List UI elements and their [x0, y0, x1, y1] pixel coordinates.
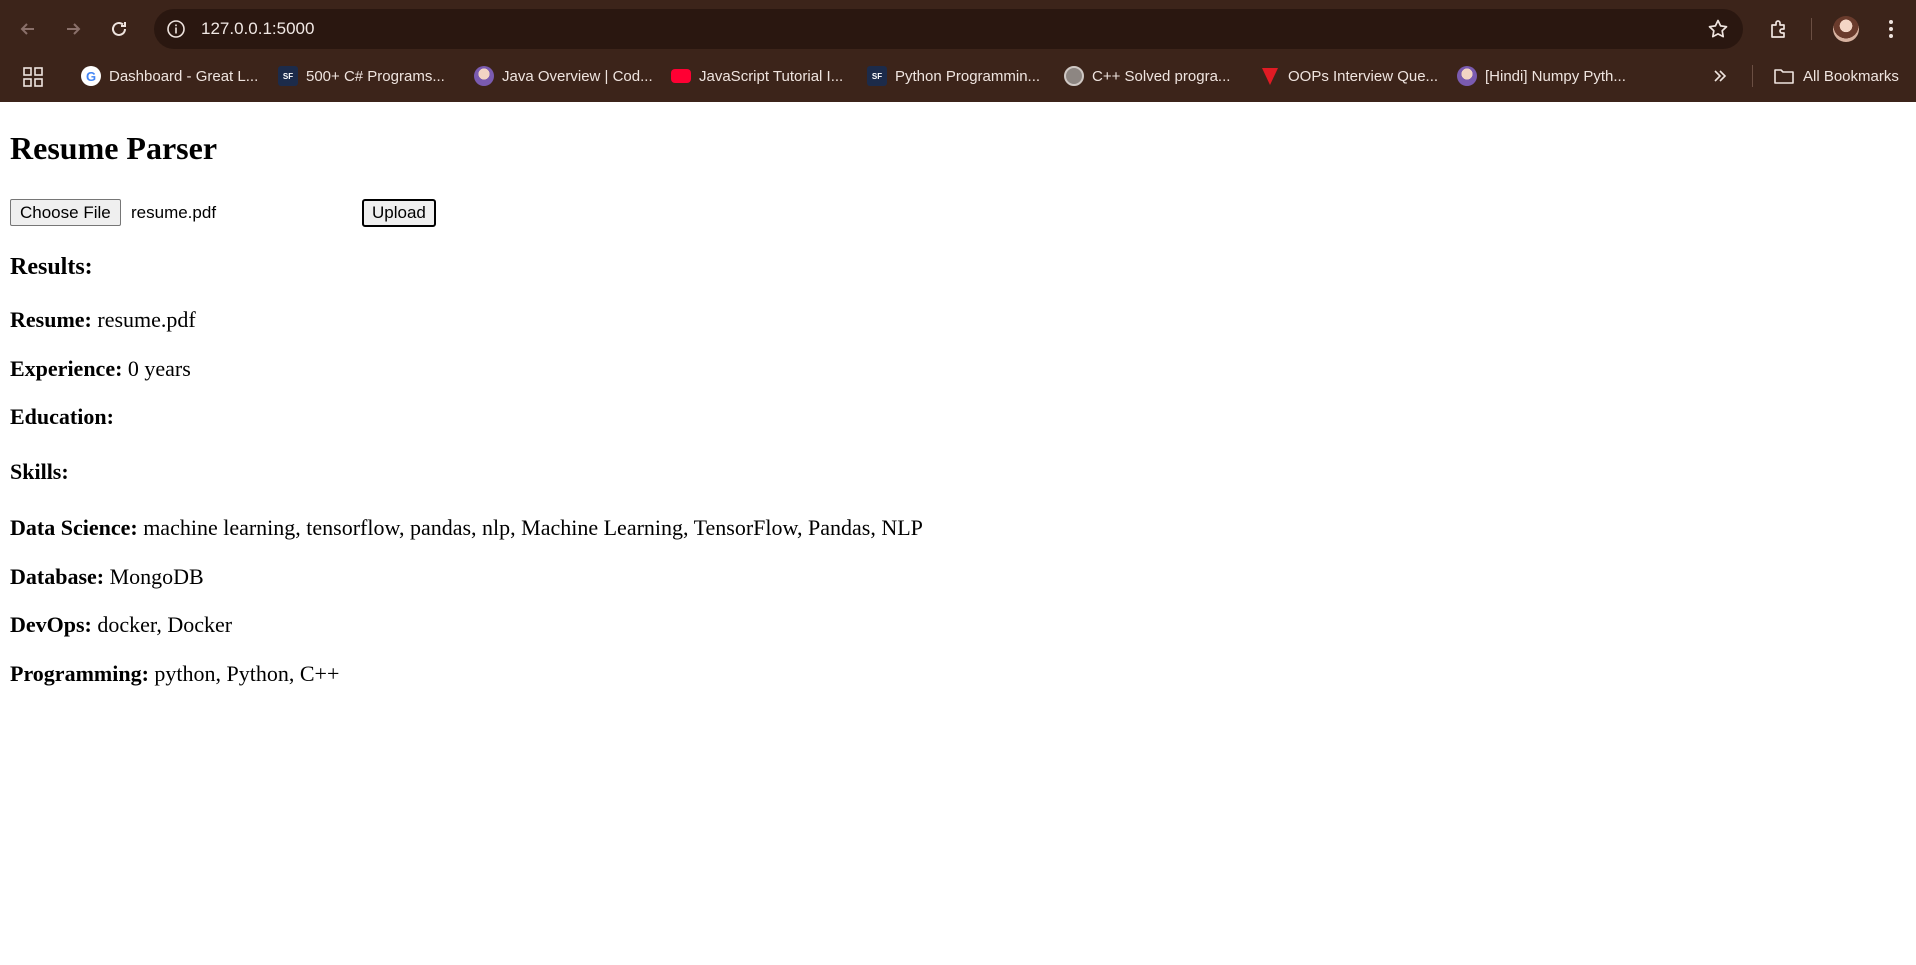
skills-heading: Skills: — [10, 459, 69, 484]
skill-label: Programming: — [10, 661, 149, 686]
experience-row: Experience: 0 years — [10, 356, 191, 382]
bookmark-label: JavaScript Tutorial I... — [699, 67, 844, 85]
skill-value: MongoDB — [109, 564, 204, 589]
experience-label: Experience: — [10, 356, 123, 381]
apps-grid-icon[interactable] — [22, 66, 44, 88]
bookmark-item[interactable]: SF Python Programmin... — [867, 58, 1040, 94]
skill-row-devops: DevOps: docker, Docker — [10, 612, 232, 638]
arrow-left-icon — [20, 23, 34, 35]
skill-row-database: Database: MongoDB — [10, 564, 204, 590]
experience-value: 0 years — [127, 356, 191, 381]
skill-row-programming: Programming: python, Python, C++ — [10, 661, 339, 687]
sf-icon: SF — [867, 66, 887, 86]
puzzle-icon — [1771, 20, 1785, 38]
skill-label: DevOps: — [10, 612, 92, 637]
bookmarks-bar: G Dashboard - Great L... SF 500+ C# Prog… — [0, 58, 1916, 102]
skill-label: Database: — [10, 564, 105, 589]
profile-avatar[interactable] — [1833, 16, 1859, 42]
browser-toolbar: 127.0.0.1:5000 — [0, 0, 1916, 58]
skills-heading-row: Skills: — [10, 459, 69, 485]
youtube-icon — [671, 69, 691, 83]
info-icon[interactable] — [166, 19, 186, 39]
toolbar-divider — [1811, 18, 1812, 40]
bookmark-label: Java Overview | Cod... — [502, 67, 653, 85]
skill-value: python, Python, C++ — [154, 661, 340, 686]
all-bookmarks-button[interactable]: All Bookmarks — [1773, 58, 1899, 94]
chevron-double-right-icon — [1714, 70, 1727, 82]
bookmark-label: Python Programmin... — [895, 67, 1041, 85]
globe-icon — [1064, 66, 1084, 86]
avatar-icon — [474, 66, 494, 86]
bookmark-item[interactable]: G Dashboard - Great L... — [81, 58, 258, 94]
forward-button[interactable] — [58, 14, 88, 44]
arrow-right-icon — [67, 23, 81, 35]
bookmark-label: OOPs Interview Que... — [1288, 67, 1439, 85]
folder-icon — [1774, 69, 1794, 84]
education-label: Education: — [10, 404, 114, 429]
back-button[interactable] — [13, 14, 43, 44]
address-bar[interactable]: 127.0.0.1:5000 — [154, 9, 1743, 49]
sf-icon: SF — [278, 66, 298, 86]
resume-value: resume.pdf — [97, 307, 196, 332]
bookmark-label: C++ Solved progra... — [1092, 67, 1231, 85]
choose-file-button[interactable]: Choose File — [10, 199, 121, 226]
results-heading: Results: — [10, 254, 93, 280]
skill-row-data-science: Data Science: machine learning, tensorfl… — [10, 515, 923, 541]
bookmark-label: Dashboard - Great L... — [109, 67, 259, 85]
bookmark-item[interactable]: OOPs Interview Que... — [1260, 58, 1438, 94]
bookmark-label: [Hindi] Numpy Pyth... — [1485, 67, 1626, 85]
upload-form: Choose File resume.pdf Upload — [10, 199, 810, 227]
kebab-menu-icon — [1889, 20, 1893, 38]
url-text[interactable]: 127.0.0.1:5000 — [201, 9, 314, 49]
page-title: Resume Parser — [10, 130, 218, 166]
bookmark-item[interactable]: [Hindi] Numpy Pyth... — [1457, 58, 1626, 94]
bookmark-item[interactable]: Java Overview | Cod... — [474, 58, 653, 94]
bookmarks-divider — [1752, 65, 1753, 87]
resume-row: Resume: resume.pdf — [10, 307, 196, 333]
extensions-button[interactable] — [1764, 14, 1794, 44]
education-row: Education: — [10, 404, 114, 430]
selected-file-name: resume.pdf — [131, 203, 217, 222]
skill-value: machine learning, tensorflow, pandas, nl… — [143, 515, 923, 540]
avatar-icon — [1457, 66, 1477, 86]
bookmark-label: 500+ C# Programs... — [306, 67, 445, 85]
skill-label: Data Science: — [10, 515, 138, 540]
browser-chrome: 127.0.0.1:5000 G Dashboard - Great L... … — [0, 0, 1916, 102]
bookmark-item[interactable]: C++ Solved progra... — [1064, 58, 1230, 94]
google-icon: G — [81, 66, 101, 86]
v-icon — [1262, 68, 1278, 85]
resume-label: Resume: — [10, 307, 92, 332]
all-bookmarks-label: All Bookmarks — [1803, 67, 1899, 85]
upload-button[interactable]: Upload — [362, 199, 436, 227]
more-bookmarks-button[interactable] — [1712, 58, 1728, 94]
skill-value: docker, Docker — [97, 612, 233, 637]
star-icon[interactable] — [1707, 18, 1729, 40]
menu-button[interactable] — [1876, 14, 1906, 44]
bookmark-item[interactable]: SF 500+ C# Programs... — [278, 58, 445, 94]
reload-button[interactable] — [104, 14, 134, 44]
reload-icon — [112, 21, 126, 36]
bookmark-item[interactable]: JavaScript Tutorial I... — [671, 58, 843, 94]
